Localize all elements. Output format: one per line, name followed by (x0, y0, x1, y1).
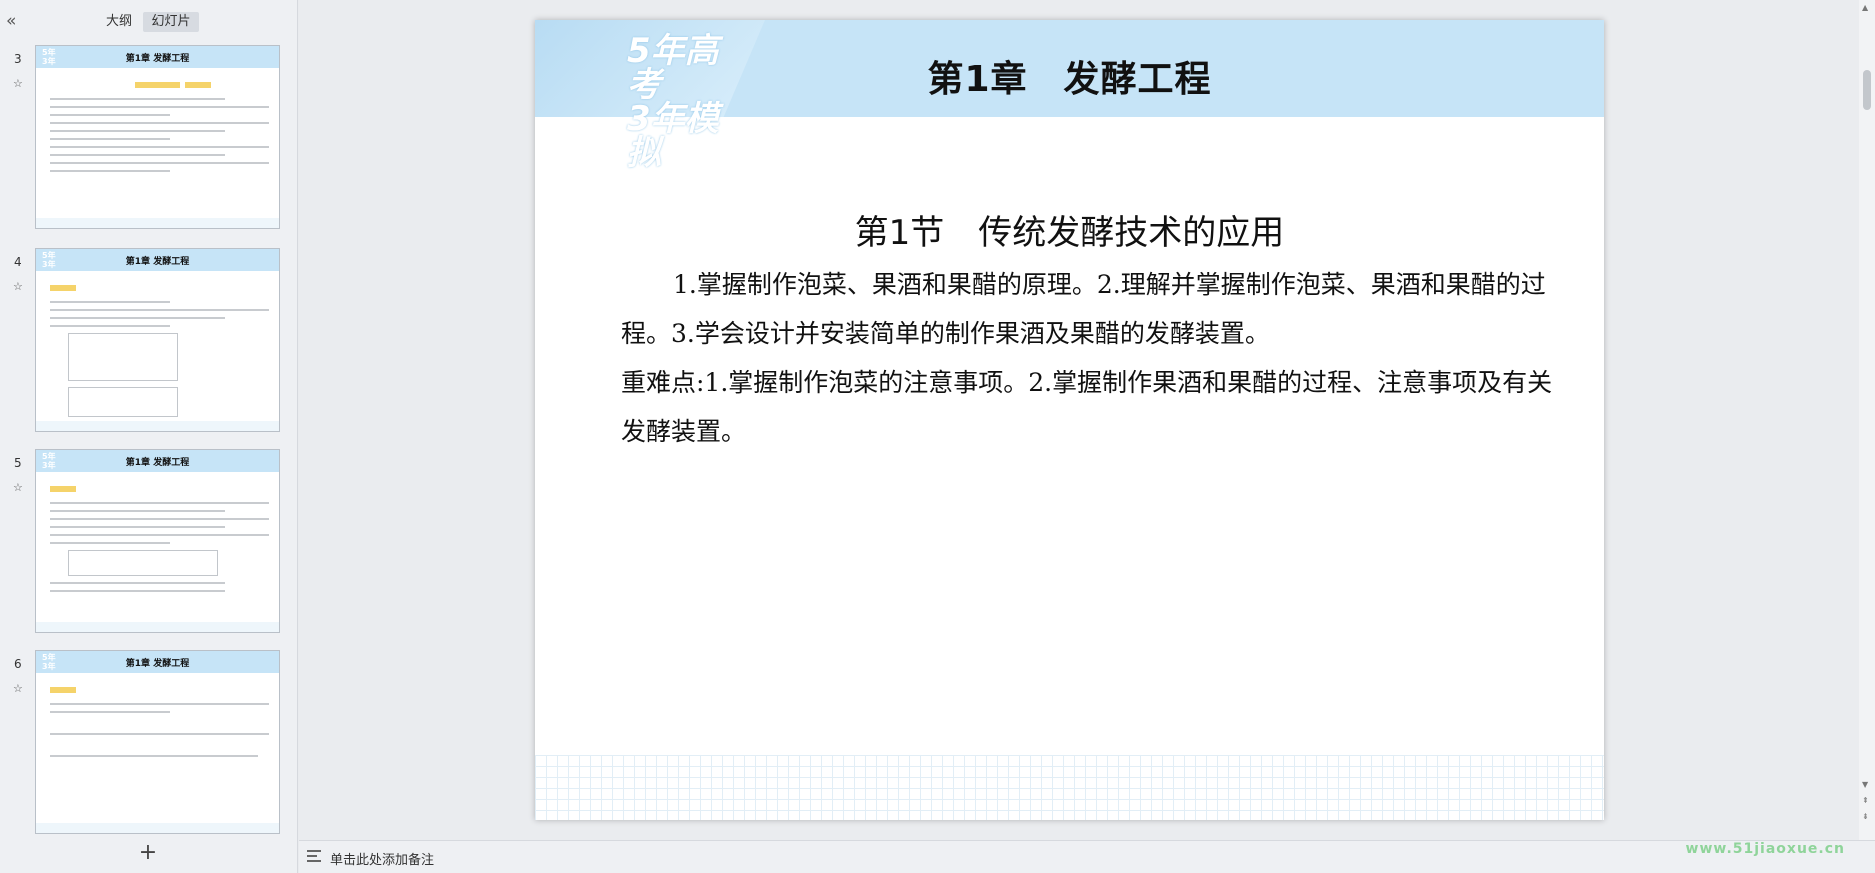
chapter-name: 发酵工程 (1063, 59, 1212, 100)
tab-outline[interactable]: 大纲 (98, 12, 140, 32)
thumbnail-body (36, 68, 279, 172)
vertical-scrollbar[interactable]: ▲ ▼ ⇞ ⇟ (1859, 0, 1875, 840)
previous-slide-icon[interactable]: ⇞ (1862, 796, 1869, 805)
slide-body-text: 1.掌握制作泡菜、果酒和果醋的原理。2.理解并掌握制作泡菜、果酒和果醋的过程。3… (621, 260, 1561, 456)
slide-thumbnail[interactable]: 5年 3年 第1章 发酵工程 (35, 45, 280, 229)
thumbnail-row: 6 ☆ 5年 3年 第1章 发酵工程 (0, 650, 298, 836)
section-title: 第1节 传统发酵技术的应用 (854, 213, 1285, 253)
thumbnail-title: 第1章 发酵工程 (125, 458, 190, 468)
current-slide[interactable]: 5年高考 3年模拟 第1章 发酵工程 第1节 传统发酵技术的应用 1.掌握制作泡菜… (535, 20, 1604, 820)
slide-thumbnail[interactable]: 5年 3年 第1章 发酵工程 (35, 248, 280, 432)
logo-line-2: 3年模拟 (627, 99, 719, 173)
notes-placeholder[interactable]: 单击此处添加备注 (330, 849, 434, 868)
animation-star-icon: ☆ (13, 77, 23, 90)
next-slide-icon[interactable]: ⇟ (1862, 812, 1869, 821)
thumbnail-row: 4 ☆ 5年 3年 第1章 发酵工程 (0, 248, 298, 434)
objectives-paragraph: 1.掌握制作泡菜、果酒和果醋的原理。2.理解并掌握制作泡菜、果酒和果醋的过程。3… (621, 270, 1546, 348)
slide-number: 6 (14, 657, 22, 671)
thumbnail-header: 5年 3年 第1章 发酵工程 (36, 450, 279, 472)
thumbnail-body (36, 673, 279, 757)
key-points-paragraph: 重难点:1.掌握制作泡菜的注意事项。2.掌握制作果酒和果醋的过程、注意事项及有关… (621, 368, 1553, 446)
thumbnail-title: 第1章 发酵工程 (125, 659, 190, 669)
thumbnail-body (36, 271, 279, 417)
slide-number: 5 (14, 456, 22, 470)
slide-number: 3 (14, 52, 22, 66)
scroll-thumb[interactable] (1863, 70, 1871, 110)
thumbnail-row: 5 ☆ 5年 3年 第1章 发酵工程 (0, 449, 298, 635)
slide-canvas: 5年高考 3年模拟 第1章 发酵工程 第1节 传统发酵技术的应用 1.掌握制作泡菜… (299, 0, 1859, 840)
thumbnail-title: 第1章 发酵工程 (125, 54, 190, 64)
thumbnail-header: 5年 3年 第1章 发酵工程 (36, 249, 279, 271)
add-slide-button[interactable]: + (138, 842, 158, 864)
slide-thumbnail[interactable]: 5年 3年 第1章 发酵工程 (35, 650, 280, 834)
animation-star-icon: ☆ (13, 280, 23, 293)
notes-bar[interactable]: 单击此处添加备注 (299, 840, 1875, 873)
slide-number: 4 (14, 255, 22, 269)
collapse-panel-icon[interactable]: « (6, 13, 22, 30)
scroll-down-icon[interactable]: ▼ (1862, 780, 1868, 789)
notes-list-icon (307, 850, 321, 862)
slide-thumbnail[interactable]: 5年 3年 第1章 发酵工程 (35, 449, 280, 633)
chapter-number: 第1章 (927, 59, 1028, 100)
thumbnail-header: 5年 3年 第1章 发酵工程 (36, 651, 279, 673)
animation-star-icon: ☆ (13, 481, 23, 494)
thumbnail-row: 3 ☆ 5年 3年 第1章 发酵工程 (0, 45, 298, 231)
site-watermark: www.51jiaoxue.cn (1685, 841, 1845, 857)
thumbnail-title: 第1章 发酵工程 (125, 257, 190, 267)
scroll-up-icon[interactable]: ▲ (1862, 3, 1868, 12)
thumbnail-header: 5年 3年 第1章 发酵工程 (36, 46, 279, 68)
chapter-title: 第1章 发酵工程 (535, 50, 1604, 102)
tab-slides[interactable]: 幻灯片 (143, 12, 199, 32)
thumbnail-body (36, 472, 279, 592)
animation-star-icon: ☆ (13, 682, 23, 695)
slide-grid-decoration (535, 755, 1604, 820)
slide-panel: « 大纲 幻灯片 3 ☆ 5年 3年 第1章 发酵工程 4 ☆ 5年 3年 第1… (0, 0, 298, 873)
